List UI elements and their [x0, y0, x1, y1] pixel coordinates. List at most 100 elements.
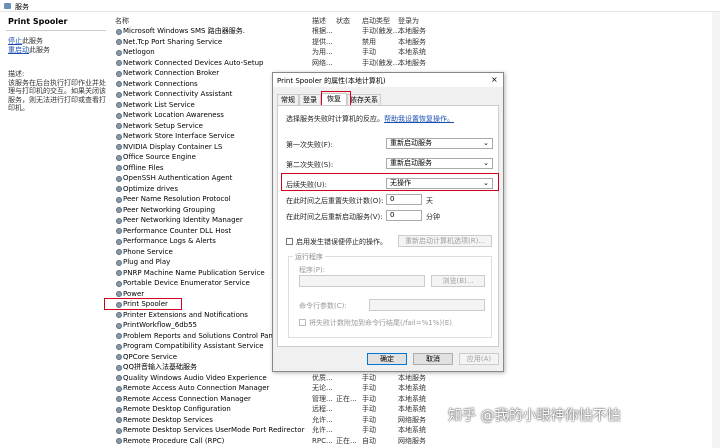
service-name: Peer Name Resolution Protocol	[123, 195, 231, 203]
service-name: PrintWorkflow_6db55	[123, 321, 197, 329]
tab-general[interactable]: 常规	[277, 94, 299, 105]
tab-dependencies[interactable]: 依存关系	[347, 94, 381, 105]
gear-icon	[116, 343, 122, 350]
gear-icon	[116, 238, 122, 245]
service-desc: 允许...	[312, 415, 333, 424]
table-row[interactable]: Netlogon 为用... 手动 本地系统	[112, 47, 720, 58]
restart-computer-options-button[interactable]: 重新启动计算机选项(R)...	[398, 235, 492, 247]
table-row[interactable]: Quality Windows Audio Video Experience 优质…	[112, 373, 720, 384]
restart-after-label: 在此时间之后重新启动服务(V):	[286, 213, 383, 221]
selected-service-title: Print Spooler	[8, 17, 68, 26]
service-startup: 手动	[362, 415, 376, 424]
service-startup: 手动	[362, 405, 376, 413]
list-scrollbar[interactable]	[712, 12, 720, 448]
cmd-params-label: 命令行参数(C):	[299, 302, 347, 310]
gear-icon	[116, 333, 122, 339]
run-program-group: 运行程序 程序(P): 浏览(B)... 命令行参数(C): 将失败计数附加到命…	[288, 252, 492, 338]
dialog-titlebar: Print Spooler 的属性(本地计算机) ×	[273, 73, 503, 87]
table-row[interactable]: Remote Desktop Services 允许... 手动 网络服务	[112, 415, 720, 426]
service-desc: 优质...	[312, 373, 333, 382]
service-name: Network Connections	[123, 79, 198, 88]
service-logon: 本地服务	[398, 373, 426, 382]
tab-logon[interactable]: 登录	[299, 94, 321, 105]
gear-icon	[116, 70, 122, 77]
column-header-status[interactable]: 状态	[336, 16, 350, 26]
first-failure-select[interactable]: 重新启动服务 ⌄	[386, 138, 493, 149]
subsequent-failure-highlight	[281, 173, 499, 191]
dialog-title: Print Spooler 的属性(本地计算机)	[277, 77, 386, 85]
restart-service-link[interactable]: 重启动	[8, 46, 29, 54]
column-header-logon[interactable]: 登录为	[398, 16, 419, 26]
service-name: Peer Networking Grouping	[123, 205, 216, 214]
service-logon: 本地服务	[398, 58, 426, 67]
restart-minutes-input[interactable]: 0	[386, 210, 422, 221]
service-startup: 禁用	[362, 37, 376, 46]
cancel-button[interactable]: 取消	[413, 353, 453, 365]
ok-button[interactable]: 确定	[367, 353, 407, 365]
chevron-down-icon: ⌄	[483, 159, 489, 167]
second-failure-select[interactable]: 重新启动服务 ⌄	[386, 158, 493, 169]
restart-after-unit: 分钟	[426, 213, 440, 221]
table-row[interactable]: Microsoft Windows SMS 路由器服务. 根据... 手动(触发..…	[112, 26, 720, 37]
service-startup: 手动	[362, 426, 376, 434]
table-row[interactable]: Remote Desktop Configuration 远程... 手动 本地系统	[112, 404, 720, 415]
service-name: Network Connected Devices Auto-Setup	[123, 58, 264, 67]
cmd-params-input[interactable]	[369, 299, 485, 311]
table-row[interactable]: Remote Access Connection Manager 管理... 正在.…	[112, 394, 720, 405]
table-row[interactable]: Remote Desktop Services UserMode Port Re…	[112, 425, 720, 436]
column-header-startup[interactable]: 启动类型	[362, 16, 390, 26]
table-row[interactable]: Net.Tcp Port Sharing Service 提供... 禁用 本地服务	[112, 37, 720, 48]
gear-icon	[116, 207, 122, 213]
service-name: NVIDIA Display Container LS	[123, 142, 223, 151]
service-name: Program Compatibility Assistant Service	[123, 342, 264, 350]
service-logon: 网络服务	[398, 436, 426, 445]
stop-service-link[interactable]: 停止	[8, 37, 22, 45]
service-desc: 无论...	[312, 384, 333, 392]
append-fail-count-label: 将失败计数附加到命令行结尾(/fail=%1%)(E)	[309, 319, 452, 327]
gear-icon	[116, 123, 122, 129]
reset-days-input[interactable]: 0	[386, 194, 422, 205]
gear-icon	[116, 396, 122, 402]
service-startup: 手动	[362, 48, 376, 56]
table-row[interactable]: Remote Access Auto Connection Manager 无论.…	[112, 383, 720, 394]
help-link[interactable]: 帮助我设置恢复操作。	[384, 115, 454, 123]
stop-suffix: 此服务	[22, 37, 43, 45]
service-logon: 本地系统	[398, 394, 426, 403]
service-startup: 自动	[362, 436, 376, 445]
gear-icon	[116, 165, 122, 171]
gear-icon	[116, 438, 122, 444]
gear-icon	[116, 186, 122, 192]
service-startup: 手动(触发...	[362, 27, 400, 35]
service-name: PNRP Machine Name Publication Service	[123, 268, 265, 277]
service-startup: 手动	[362, 373, 376, 382]
service-detail-panel: Print Spooler 停止此服务 重启动此服务 描述: 该服务在后台执行打…	[0, 12, 112, 448]
column-header-name[interactable]: 名称	[115, 16, 129, 26]
program-path-input[interactable]	[299, 275, 425, 287]
services-icon	[4, 3, 11, 9]
restart-suffix: 此服务	[29, 46, 50, 54]
browse-button[interactable]: 浏览(B)...	[431, 275, 485, 287]
service-name: Performance Logs & Alerts	[123, 237, 216, 245]
table-row[interactable]: Remote Procedure Call (RPC) RPC... 正在... 自动…	[112, 436, 720, 447]
service-name: Optimize drives	[123, 184, 178, 193]
append-fail-count-checkbox[interactable]	[299, 319, 306, 326]
gear-icon	[116, 217, 122, 224]
table-row[interactable]: Network Connected Devices Auto-Setup 网络..…	[112, 58, 720, 69]
window-titlebar: 服务	[0, 0, 720, 12]
service-name: Offline Files	[123, 163, 164, 172]
service-name: Office Source Engine	[123, 153, 196, 161]
column-header-desc[interactable]: 描述	[312, 16, 326, 26]
service-name: Phone Service	[123, 247, 173, 256]
enable-actions-checkbox[interactable]	[286, 238, 293, 245]
service-logon: 本地系统	[398, 384, 426, 392]
print-spooler-highlight	[104, 298, 182, 310]
gear-icon	[116, 91, 122, 98]
apply-button[interactable]: 应用(A)	[459, 353, 499, 365]
service-desc: 远程...	[312, 405, 333, 413]
service-name: Quality Windows Audio Video Experience	[123, 373, 267, 382]
service-name: Netlogon	[123, 48, 155, 56]
gear-icon	[116, 154, 122, 161]
gear-icon	[116, 133, 122, 140]
gear-icon	[116, 228, 122, 234]
close-icon[interactable]: ×	[491, 75, 498, 84]
